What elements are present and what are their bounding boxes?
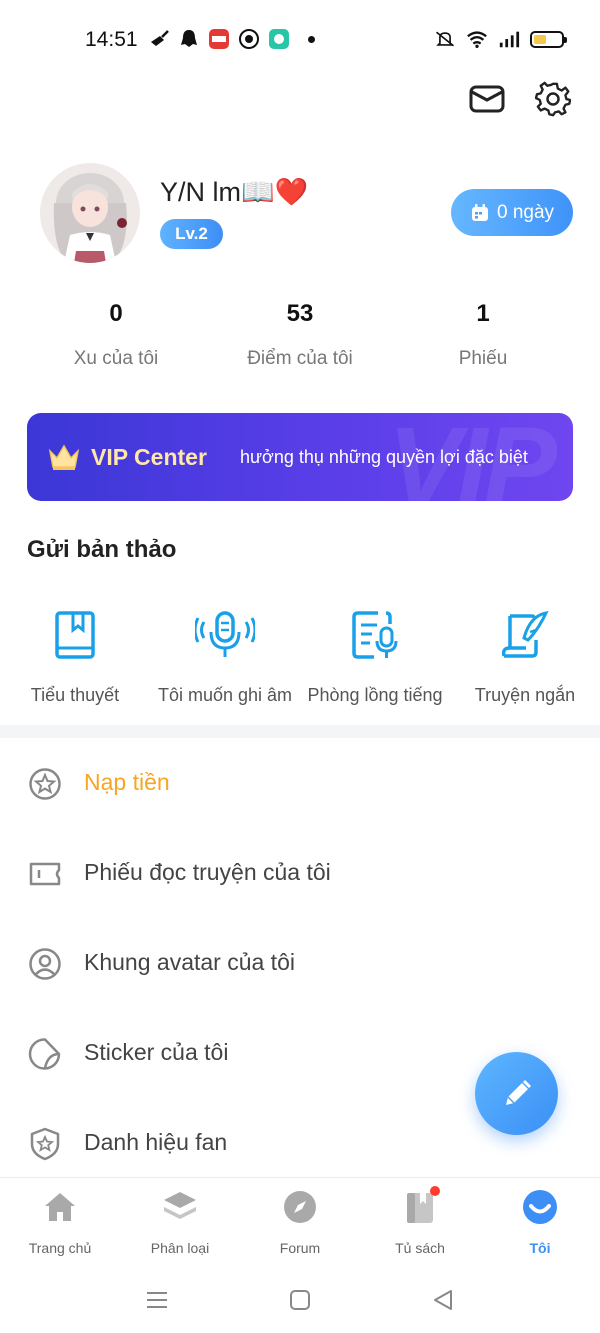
stat-coins[interactable]: 0 Xu của tôi: [16, 300, 216, 370]
shield-star-icon: [28, 1127, 62, 1161]
home-icon: [45, 1193, 75, 1221]
chat-app-icon: [268, 28, 290, 50]
nav-label: Tôi: [529, 1240, 551, 1256]
avatar-illustration: [40, 163, 140, 263]
drafts-section-title: Gửi bản thảo: [27, 536, 177, 563]
recent-apps-button[interactable]: [142, 1285, 172, 1315]
bottom-navigation: Trang chủ Phân loại Forum Tủ sách Tôi: [0, 1177, 600, 1267]
menu-item-reading-tickets[interactable]: Phiếu đọc truyện của tôi: [0, 843, 600, 903]
vip-title: VIP Center: [91, 444, 207, 470]
stat-value: 1: [476, 300, 490, 327]
nav-profile[interactable]: Tôi: [480, 1188, 600, 1256]
username: Y/N lm📖❤️: [160, 177, 309, 207]
draft-label: Truyện ngắn: [474, 685, 576, 705]
profile-icon: [523, 1190, 557, 1224]
microphone-icon: [195, 611, 255, 657]
menu-item-top-up[interactable]: Nạp tiền: [0, 753, 600, 813]
menu-label: Nạp tiền: [84, 769, 170, 795]
camera-app-icon: [238, 28, 260, 50]
calendar-icon: [471, 203, 488, 221]
broom-icon: [148, 28, 170, 50]
vip-subtitle: hưởng thụ những quyền lợi đặc biệt: [240, 447, 528, 467]
draft-record[interactable]: Tôi muốn ghi âm: [150, 605, 300, 706]
nav-label: Forum: [279, 1240, 321, 1256]
home-system-button[interactable]: [285, 1285, 315, 1315]
nav-home[interactable]: Trang chủ: [0, 1188, 120, 1256]
wifi-icon: [466, 28, 488, 50]
menu-label: Danh hiệu fan: [84, 1129, 228, 1155]
back-triangle-icon: [434, 1290, 452, 1310]
settings-button[interactable]: [534, 80, 572, 118]
battery-icon: [530, 30, 567, 48]
stat-value: 0: [109, 300, 123, 327]
draft-short-story[interactable]: Truyện ngắn: [450, 605, 600, 706]
compass-icon: [284, 1191, 316, 1223]
level-badge: Lv.2: [160, 219, 223, 249]
draft-dubbing[interactable]: Phòng lồng tiếng: [300, 605, 450, 706]
manga-app-icon: [208, 28, 230, 50]
stat-label: Xu của tôi: [73, 348, 159, 369]
checkin-label: 0 ngày: [496, 201, 555, 223]
status-time: 14:51: [85, 28, 138, 51]
system-navigation-bar: [0, 1267, 600, 1333]
mute-bell-icon: [434, 28, 456, 50]
draft-label: Tiểu thuyết: [30, 685, 120, 705]
bookshelf-icon: [407, 1193, 433, 1223]
stat-tickets[interactable]: 1 Phiếu: [383, 300, 583, 370]
status-bar: 14:51: [0, 0, 600, 80]
pencil-icon: [505, 1079, 531, 1105]
draft-label: Phòng lồng tiếng: [307, 685, 443, 705]
menu-label: Phiếu đọc truyện của tôi: [84, 859, 331, 885]
notification-badge: [430, 1186, 440, 1196]
nav-label: Phân loại: [150, 1240, 210, 1256]
back-system-button[interactable]: [428, 1285, 458, 1315]
system-icons: [434, 28, 567, 50]
ticket-icon: [28, 857, 62, 891]
quill-icon: [501, 610, 549, 658]
sticker-icon: [28, 1037, 62, 1071]
stat-value: 53: [286, 300, 314, 327]
stat-points[interactable]: 53 Điểm của tôi: [200, 300, 400, 370]
coin-star-icon: [28, 767, 62, 801]
write-fab-button[interactable]: [475, 1052, 558, 1135]
stat-label: Điểm của tôi: [247, 348, 353, 369]
book-icon: [55, 611, 95, 659]
avatar-frame-icon: [28, 947, 62, 981]
mail-icon: [469, 85, 505, 113]
draft-novel[interactable]: Tiểu thuyết: [0, 605, 150, 706]
nav-categories[interactable]: Phân loại: [120, 1188, 240, 1256]
notification-icons: [148, 28, 315, 50]
nav-label: Tủ sách: [395, 1240, 445, 1256]
layers-icon: [164, 1192, 196, 1219]
stat-label: Phiếu: [458, 348, 508, 369]
menu-label: Sticker của tôi: [84, 1039, 229, 1065]
vip-center-banner[interactable]: VIP VIP Center hưởng thụ những quyền lợi…: [27, 413, 573, 501]
menu-item-avatar-frame[interactable]: Khung avatar của tôi: [0, 933, 600, 993]
gear-icon: [535, 81, 571, 117]
nav-label: Trang chủ: [28, 1240, 92, 1256]
menu-lines-icon: [147, 1292, 167, 1308]
dubbing-icon: [352, 611, 398, 659]
draft-label: Tôi muốn ghi âm: [157, 685, 293, 705]
section-divider: [0, 725, 600, 738]
checkin-button[interactable]: 0 ngày: [451, 189, 573, 236]
ghost-icon: [178, 28, 200, 50]
avatar[interactable]: [40, 163, 140, 263]
signal-icon: [498, 28, 520, 50]
nav-bookshelf[interactable]: Tủ sách: [360, 1186, 480, 1256]
nav-forum[interactable]: Forum: [240, 1188, 360, 1256]
mail-button[interactable]: [468, 80, 506, 118]
menu-label: Khung avatar của tôi: [84, 949, 295, 975]
square-icon: [290, 1290, 310, 1310]
more-notifications-dot: [308, 35, 315, 43]
crown-icon: [47, 443, 81, 476]
